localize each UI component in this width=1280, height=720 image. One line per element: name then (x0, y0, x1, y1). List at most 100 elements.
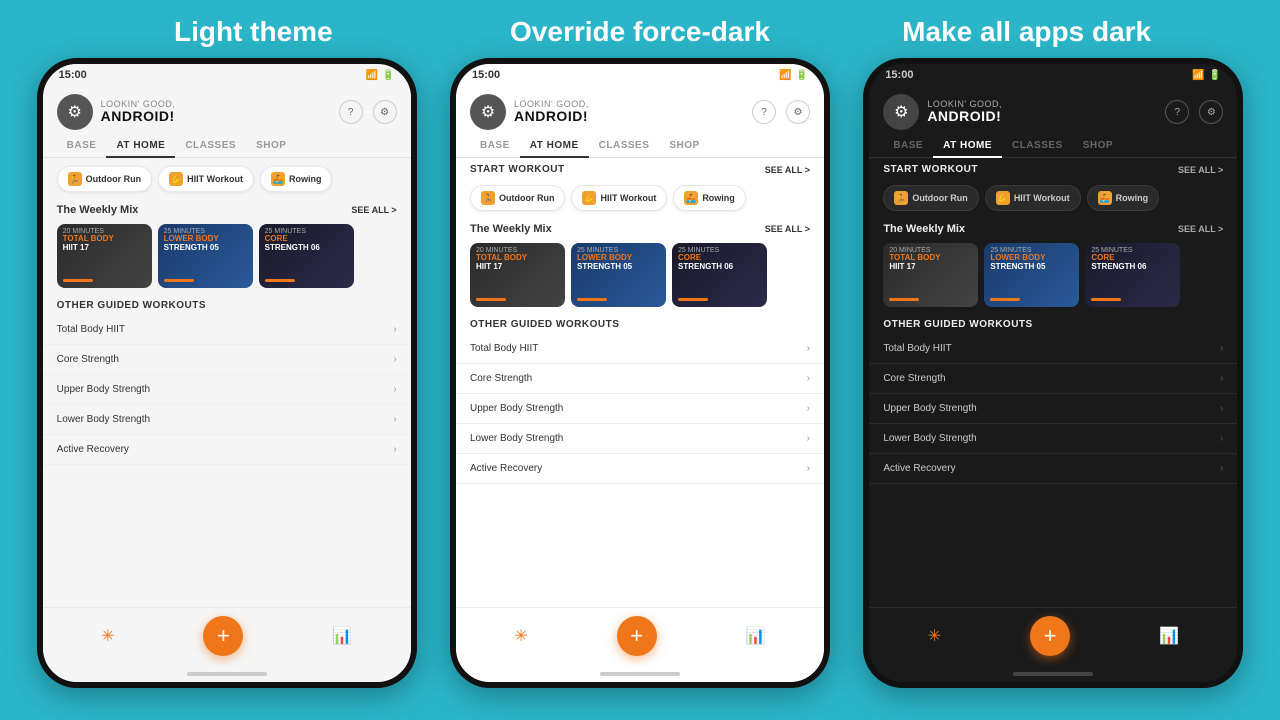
tab-classes-light[interactable]: CLASSES (175, 134, 246, 157)
bottom-nav-light: ✳ + 📊 (43, 607, 411, 666)
card-1-override[interactable]: 20 MINUTES TOTAL BODYHIIT 17 (470, 243, 565, 307)
see-all-start-dark[interactable]: SEE ALL > (1178, 165, 1223, 175)
workout-name-4-dark: Lower Body Strength (883, 433, 976, 444)
chevron-3-override: › (807, 403, 810, 414)
tab-athome-override[interactable]: AT HOME (520, 134, 589, 157)
see-all-start-override[interactable]: SEE ALL > (765, 165, 810, 175)
tab-base-dark[interactable]: BASE (883, 134, 933, 157)
card-2-bar-d (990, 298, 1020, 301)
quick-hiit-light[interactable]: 💪 HIIT Workout (158, 166, 254, 192)
quick-hiit-override[interactable]: 💪 HIIT Workout (571, 185, 667, 211)
quick-outdoor-dark[interactable]: 🏃 Outdoor Run (883, 185, 979, 211)
nav-tabs-light: BASE AT HOME CLASSES SHOP (43, 134, 411, 158)
card-3-text-d: 25 MINUTES CORESTRENGTH 06 (1091, 247, 1174, 272)
nav-icon-right-dark[interactable]: 📊 (1159, 626, 1179, 646)
workout-name-2-light: Core Strength (57, 354, 119, 365)
workout-name-1-light: Total Body HIIT (57, 324, 125, 335)
user-text-dark: LOOKIN' GOOD, ANDROID! (927, 99, 1002, 124)
user-info-override: ⚙ LOOKIN' GOOD, ANDROID! (470, 94, 589, 130)
help-icon-override[interactable]: ? (752, 100, 776, 124)
card-1-title-d: TOTAL BODYHIIT 17 (889, 254, 972, 272)
fab-btn-light[interactable]: + (203, 616, 243, 656)
workout-item-3-override[interactable]: Upper Body Strength › (456, 394, 824, 424)
card-2-light[interactable]: 25 MINUTES LOWER BODYSTRENGTH 05 (158, 224, 253, 288)
quick-outdoor-override[interactable]: 🏃 Outdoor Run (470, 185, 566, 211)
other-workouts-title-dark: OTHER GUIDED WORKOUTS (883, 319, 1223, 330)
title-dark: Make all apps dark (837, 16, 1217, 48)
nav-icon-right-override[interactable]: 📊 (746, 626, 766, 646)
quick-rowing-dark[interactable]: 🚣 Rowing (1087, 185, 1160, 211)
tab-classes-dark[interactable]: CLASSES (1002, 134, 1073, 157)
avatar-light: ⚙ (57, 94, 93, 130)
chevron-5-override: › (807, 463, 810, 474)
settings-icon-light[interactable]: ⚙ (373, 100, 397, 124)
nav-icon-right-light[interactable]: 📊 (332, 626, 352, 646)
tab-athome-light[interactable]: AT HOME (106, 134, 175, 157)
help-icon-dark[interactable]: ? (1165, 100, 1189, 124)
see-all-dark[interactable]: SEE ALL > (1178, 224, 1223, 234)
settings-icon-override[interactable]: ⚙ (786, 100, 810, 124)
see-all-light[interactable]: SEE ALL > (351, 205, 396, 215)
quick-row-dark: 🏃 Outdoor Run 💪 HIIT Workout 🚣 Rowing (869, 177, 1237, 219)
tab-classes-override[interactable]: CLASSES (589, 134, 660, 157)
workout-item-1-light[interactable]: Total Body HIIT › (43, 315, 411, 345)
chevron-5-dark: › (1220, 463, 1223, 474)
workout-item-4-override[interactable]: Lower Body Strength › (456, 424, 824, 454)
battery-icon-o: 🔋 (796, 70, 808, 81)
card-3-dark[interactable]: 25 MINUTES CORESTRENGTH 06 (1085, 243, 1180, 307)
workout-item-2-dark[interactable]: Core Strength › (869, 364, 1237, 394)
workout-item-3-light[interactable]: Upper Body Strength › (43, 375, 411, 405)
nav-icon-left-dark[interactable]: ✳ (928, 626, 941, 646)
fab-btn-dark[interactable]: + (1030, 616, 1070, 656)
tab-shop-override[interactable]: SHOP (659, 134, 709, 157)
card-3-bar-d (1091, 298, 1121, 301)
card-1-dark[interactable]: 20 MINUTES TOTAL BODYHIIT 17 (883, 243, 978, 307)
quick-outdoor-light[interactable]: 🏃 Outdoor Run (57, 166, 153, 192)
nav-icon-left-light[interactable]: ✳ (101, 626, 114, 646)
workout-name-4-override: Lower Body Strength (470, 433, 563, 444)
fab-btn-override[interactable]: + (617, 616, 657, 656)
workout-item-1-override[interactable]: Total Body HIIT › (456, 334, 824, 364)
user-info-light: ⚙ LOOKIN' GOOD, ANDROID! (57, 94, 176, 130)
card-3-light[interactable]: 25 MINUTES CORESTRENGTH 06 (259, 224, 354, 288)
workout-item-1-dark[interactable]: Total Body HIIT › (869, 334, 1237, 364)
help-icon-light[interactable]: ? (339, 100, 363, 124)
workout-item-2-light[interactable]: Core Strength › (43, 345, 411, 375)
settings-icon-dark[interactable]: ⚙ (1199, 100, 1223, 124)
chevron-3-light: › (393, 384, 396, 395)
status-time-light: 15:00 (59, 69, 87, 81)
status-icons-dark: 📶 🔋 (1192, 70, 1221, 81)
see-all-override[interactable]: SEE ALL > (765, 224, 810, 234)
quick-rowing-light[interactable]: 🚣 Rowing (260, 166, 333, 192)
card-3-override[interactable]: 25 MINUTES CORESTRENGTH 06 (672, 243, 767, 307)
quick-row-override: 🏃 Outdoor Run 💪 HIIT Workout 🚣 Rowing (456, 177, 824, 219)
quick-hiit-dark[interactable]: 💪 HIIT Workout (985, 185, 1081, 211)
card-1-light[interactable]: 20 MINUTES TOTAL BODYHIIT 17 (57, 224, 152, 288)
workout-item-2-override[interactable]: Core Strength › (456, 364, 824, 394)
card-2-text-d: 25 MINUTES LOWER BODYSTRENGTH 05 (990, 247, 1073, 272)
tab-shop-light[interactable]: SHOP (246, 134, 296, 157)
workout-item-4-dark[interactable]: Lower Body Strength › (869, 424, 1237, 454)
nav-icon-left-override[interactable]: ✳ (514, 626, 527, 646)
title-light: Light theme (63, 16, 443, 48)
other-workouts-title-override: OTHER GUIDED WORKOUTS (470, 319, 810, 330)
workout-item-5-dark[interactable]: Active Recovery › (869, 454, 1237, 484)
tab-base-light[interactable]: BASE (57, 134, 107, 157)
workout-item-5-light[interactable]: Active Recovery › (43, 435, 411, 465)
tab-athome-dark[interactable]: AT HOME (933, 134, 1002, 157)
start-workout-header-override: START WORKOUT SEE ALL > (456, 158, 824, 177)
card-1-text-d: 20 MINUTES TOTAL BODYHIIT 17 (889, 247, 972, 272)
workout-item-5-override[interactable]: Active Recovery › (456, 454, 824, 484)
tab-base-override[interactable]: BASE (470, 134, 520, 157)
header-icons-light: ? ⚙ (339, 100, 397, 124)
user-text-override: LOOKIN' GOOD, ANDROID! (514, 99, 589, 124)
weekly-mix-label-dark: The Weekly Mix (883, 223, 965, 235)
workout-item-3-dark[interactable]: Upper Body Strength › (869, 394, 1237, 424)
tab-shop-dark[interactable]: SHOP (1073, 134, 1123, 157)
weekly-mix-header-light: The Weekly Mix SEE ALL > (43, 200, 411, 220)
card-2-dark[interactable]: 25 MINUTES LOWER BODYSTRENGTH 05 (984, 243, 1079, 307)
workout-item-4-light[interactable]: Lower Body Strength › (43, 405, 411, 435)
card-2-override[interactable]: 25 MINUTES LOWER BODYSTRENGTH 05 (571, 243, 666, 307)
quick-rowing-override[interactable]: 🚣 Rowing (673, 185, 746, 211)
workout-name-4-light: Lower Body Strength (57, 414, 150, 425)
